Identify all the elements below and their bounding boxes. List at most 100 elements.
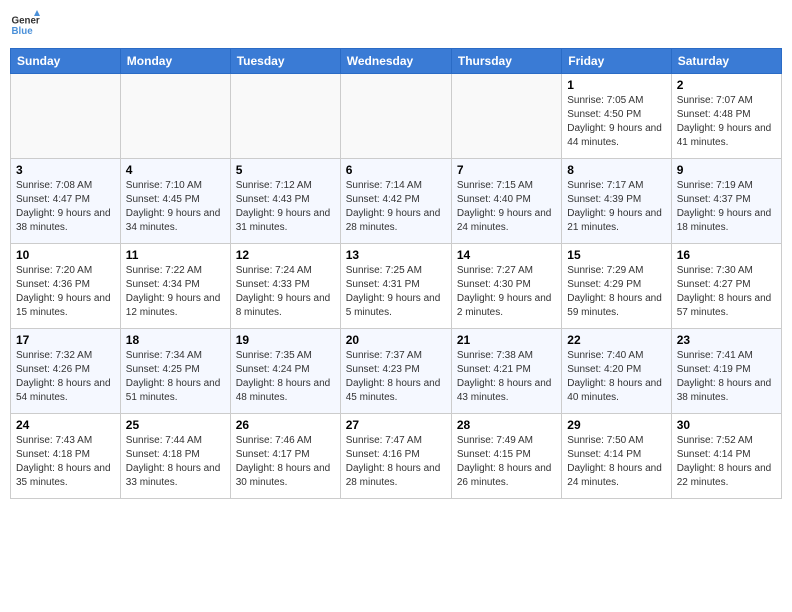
calendar-row-3: 17 Sunrise: 7:32 AM Sunset: 4:26 PM Dayli… — [11, 329, 782, 414]
calendar-cell: 6 Sunrise: 7:14 AM Sunset: 4:42 PM Daylig… — [340, 159, 451, 244]
day-number: 27 — [346, 418, 446, 432]
calendar-cell: 2 Sunrise: 7:07 AM Sunset: 4:48 PM Daylig… — [671, 74, 781, 159]
calendar-cell — [230, 74, 340, 159]
header-cell-thursday: Thursday — [451, 49, 561, 74]
day-number: 13 — [346, 248, 446, 262]
day-info: Sunrise: 7:08 AM Sunset: 4:47 PM Dayligh… — [16, 179, 115, 235]
day-number: 1 — [567, 78, 665, 92]
calendar-cell — [11, 74, 121, 159]
day-info: Sunrise: 7:05 AM Sunset: 4:50 PM Dayligh… — [567, 94, 665, 150]
calendar-cell: 9Sunrise: 7:19 AM Sunset: 4:37 PM Daylig… — [671, 159, 781, 244]
calendar-cell: 25Sunrise: 7:44 AM Sunset: 4:18 PM Dayli… — [120, 414, 230, 499]
calendar-cell: 24 Sunrise: 7:43 AM Sunset: 4:18 PM Dayli… — [11, 414, 121, 499]
calendar-row-0: 1 Sunrise: 7:05 AM Sunset: 4:50 PM Daylig… — [11, 74, 782, 159]
calendar-row-2: 10 Sunrise: 7:20 AM Sunset: 4:36 PM Dayli… — [11, 244, 782, 329]
day-info: Sunrise: 7:35 AM Sunset: 4:24 PM Dayligh… — [236, 349, 335, 405]
calendar-cell — [451, 74, 561, 159]
day-info: Sunrise: 7:37 AM Sunset: 4:23 PM Dayligh… — [346, 349, 446, 405]
calendar-cell: 23 Sunrise: 7:41 AM Sunset: 4:19 PM Dayli… — [671, 329, 781, 414]
day-number: 2 — [677, 78, 776, 92]
day-info: Sunrise: 7:47 AM Sunset: 4:16 PM Dayligh… — [346, 434, 446, 490]
day-number: 21 — [457, 333, 556, 347]
calendar-cell: 30 Sunrise: 7:52 AM Sunset: 4:14 PM Dayli… — [671, 414, 781, 499]
calendar-cell: 19 Sunrise: 7:35 AM Sunset: 4:24 PM Dayli… — [230, 329, 340, 414]
calendar-cell: 13 Sunrise: 7:25 AM Sunset: 4:31 PM Dayli… — [340, 244, 451, 329]
day-info: Sunrise: 7:07 AM Sunset: 4:48 PM Dayligh… — [677, 94, 776, 150]
calendar-cell: 5Sunrise: 7:12 AM Sunset: 4:43 PM Daylig… — [230, 159, 340, 244]
header-cell-wednesday: Wednesday — [340, 49, 451, 74]
day-number: 26 — [236, 418, 335, 432]
calendar-cell: 18 Sunrise: 7:34 AM Sunset: 4:25 PM Dayli… — [120, 329, 230, 414]
day-number: 19 — [236, 333, 335, 347]
day-number: 29 — [567, 418, 665, 432]
day-number: 15 — [567, 248, 665, 262]
calendar-cell: 10 Sunrise: 7:20 AM Sunset: 4:36 PM Dayli… — [11, 244, 121, 329]
calendar-cell — [340, 74, 451, 159]
header-cell-sunday: Sunday — [11, 49, 121, 74]
calendar-cell: 17 Sunrise: 7:32 AM Sunset: 4:26 PM Dayli… — [11, 329, 121, 414]
calendar-cell: 14Sunrise: 7:27 AM Sunset: 4:30 PM Dayli… — [451, 244, 561, 329]
header-cell-tuesday: Tuesday — [230, 49, 340, 74]
calendar-cell: 26 Sunrise: 7:46 AM Sunset: 4:17 PM Dayli… — [230, 414, 340, 499]
day-number: 16 — [677, 248, 776, 262]
day-number: 4 — [126, 163, 225, 177]
day-info: Sunrise: 7:17 AM Sunset: 4:39 PM Dayligh… — [567, 179, 665, 235]
day-number: 24 — [16, 418, 115, 432]
calendar-cell: 29Sunrise: 7:50 AM Sunset: 4:14 PM Dayli… — [562, 414, 671, 499]
day-number: 8 — [567, 163, 665, 177]
calendar-cell: 3 Sunrise: 7:08 AM Sunset: 4:47 PM Daylig… — [11, 159, 121, 244]
calendar-cell: 7 Sunrise: 7:15 AM Sunset: 4:40 PM Daylig… — [451, 159, 561, 244]
day-info: Sunrise: 7:15 AM Sunset: 4:40 PM Dayligh… — [457, 179, 556, 235]
day-number: 18 — [126, 333, 225, 347]
day-info: Sunrise: 7:43 AM Sunset: 4:18 PM Dayligh… — [16, 434, 115, 490]
day-number: 28 — [457, 418, 556, 432]
day-info: Sunrise: 7:25 AM Sunset: 4:31 PM Dayligh… — [346, 264, 446, 320]
day-info: Sunrise: 7:27 AM Sunset: 4:30 PM Dayligh… — [457, 264, 556, 320]
calendar-cell: 20 Sunrise: 7:37 AM Sunset: 4:23 PM Dayli… — [340, 329, 451, 414]
day-info: Sunrise: 7:41 AM Sunset: 4:19 PM Dayligh… — [677, 349, 776, 405]
day-number: 7 — [457, 163, 556, 177]
day-info: Sunrise: 7:34 AM Sunset: 4:25 PM Dayligh… — [126, 349, 225, 405]
day-number: 11 — [126, 248, 225, 262]
day-info: Sunrise: 7:46 AM Sunset: 4:17 PM Dayligh… — [236, 434, 335, 490]
calendar-cell: 11 Sunrise: 7:22 AM Sunset: 4:34 PM Dayli… — [120, 244, 230, 329]
calendar-table: SundayMondayTuesdayWednesdayThursdayFrid… — [10, 48, 782, 499]
logo: General Blue — [10, 10, 44, 40]
svg-text:Blue: Blue — [12, 26, 34, 37]
day-info: Sunrise: 7:12 AM Sunset: 4:43 PM Dayligh… — [236, 179, 335, 235]
calendar-cell: 15Sunrise: 7:29 AM Sunset: 4:29 PM Dayli… — [562, 244, 671, 329]
calendar-row-4: 24 Sunrise: 7:43 AM Sunset: 4:18 PM Dayli… — [11, 414, 782, 499]
day-number: 9 — [677, 163, 776, 177]
day-info: Sunrise: 7:24 AM Sunset: 4:33 PM Dayligh… — [236, 264, 335, 320]
day-number: 23 — [677, 333, 776, 347]
day-number: 30 — [677, 418, 776, 432]
header-row: SundayMondayTuesdayWednesdayThursdayFrid… — [11, 49, 782, 74]
day-info: Sunrise: 7:14 AM Sunset: 4:42 PM Dayligh… — [346, 179, 446, 235]
day-info: Sunrise: 7:40 AM Sunset: 4:20 PM Dayligh… — [567, 349, 665, 405]
day-number: 17 — [16, 333, 115, 347]
day-info: Sunrise: 7:32 AM Sunset: 4:26 PM Dayligh… — [16, 349, 115, 405]
day-number: 6 — [346, 163, 446, 177]
day-info: Sunrise: 7:10 AM Sunset: 4:45 PM Dayligh… — [126, 179, 225, 235]
logo-icon: General Blue — [10, 10, 40, 40]
day-info: Sunrise: 7:22 AM Sunset: 4:34 PM Dayligh… — [126, 264, 225, 320]
day-info: Sunrise: 7:52 AM Sunset: 4:14 PM Dayligh… — [677, 434, 776, 490]
header-cell-monday: Monday — [120, 49, 230, 74]
day-number: 10 — [16, 248, 115, 262]
calendar-cell: 12 Sunrise: 7:24 AM Sunset: 4:33 PM Dayli… — [230, 244, 340, 329]
header-cell-saturday: Saturday — [671, 49, 781, 74]
calendar-cell — [120, 74, 230, 159]
day-number: 20 — [346, 333, 446, 347]
day-info: Sunrise: 7:30 AM Sunset: 4:27 PM Dayligh… — [677, 264, 776, 320]
calendar-cell: 1 Sunrise: 7:05 AM Sunset: 4:50 PM Daylig… — [562, 74, 671, 159]
day-info: Sunrise: 7:38 AM Sunset: 4:21 PM Dayligh… — [457, 349, 556, 405]
day-number: 3 — [16, 163, 115, 177]
calendar-cell: 16 Sunrise: 7:30 AM Sunset: 4:27 PM Dayli… — [671, 244, 781, 329]
day-info: Sunrise: 7:49 AM Sunset: 4:15 PM Dayligh… — [457, 434, 556, 490]
day-info: Sunrise: 7:20 AM Sunset: 4:36 PM Dayligh… — [16, 264, 115, 320]
calendar-cell: 21 Sunrise: 7:38 AM Sunset: 4:21 PM Dayli… — [451, 329, 561, 414]
day-number: 12 — [236, 248, 335, 262]
page-header: General Blue — [10, 10, 782, 40]
calendar-cell: 27 Sunrise: 7:47 AM Sunset: 4:16 PM Dayli… — [340, 414, 451, 499]
calendar-body: 1 Sunrise: 7:05 AM Sunset: 4:50 PM Daylig… — [11, 74, 782, 499]
